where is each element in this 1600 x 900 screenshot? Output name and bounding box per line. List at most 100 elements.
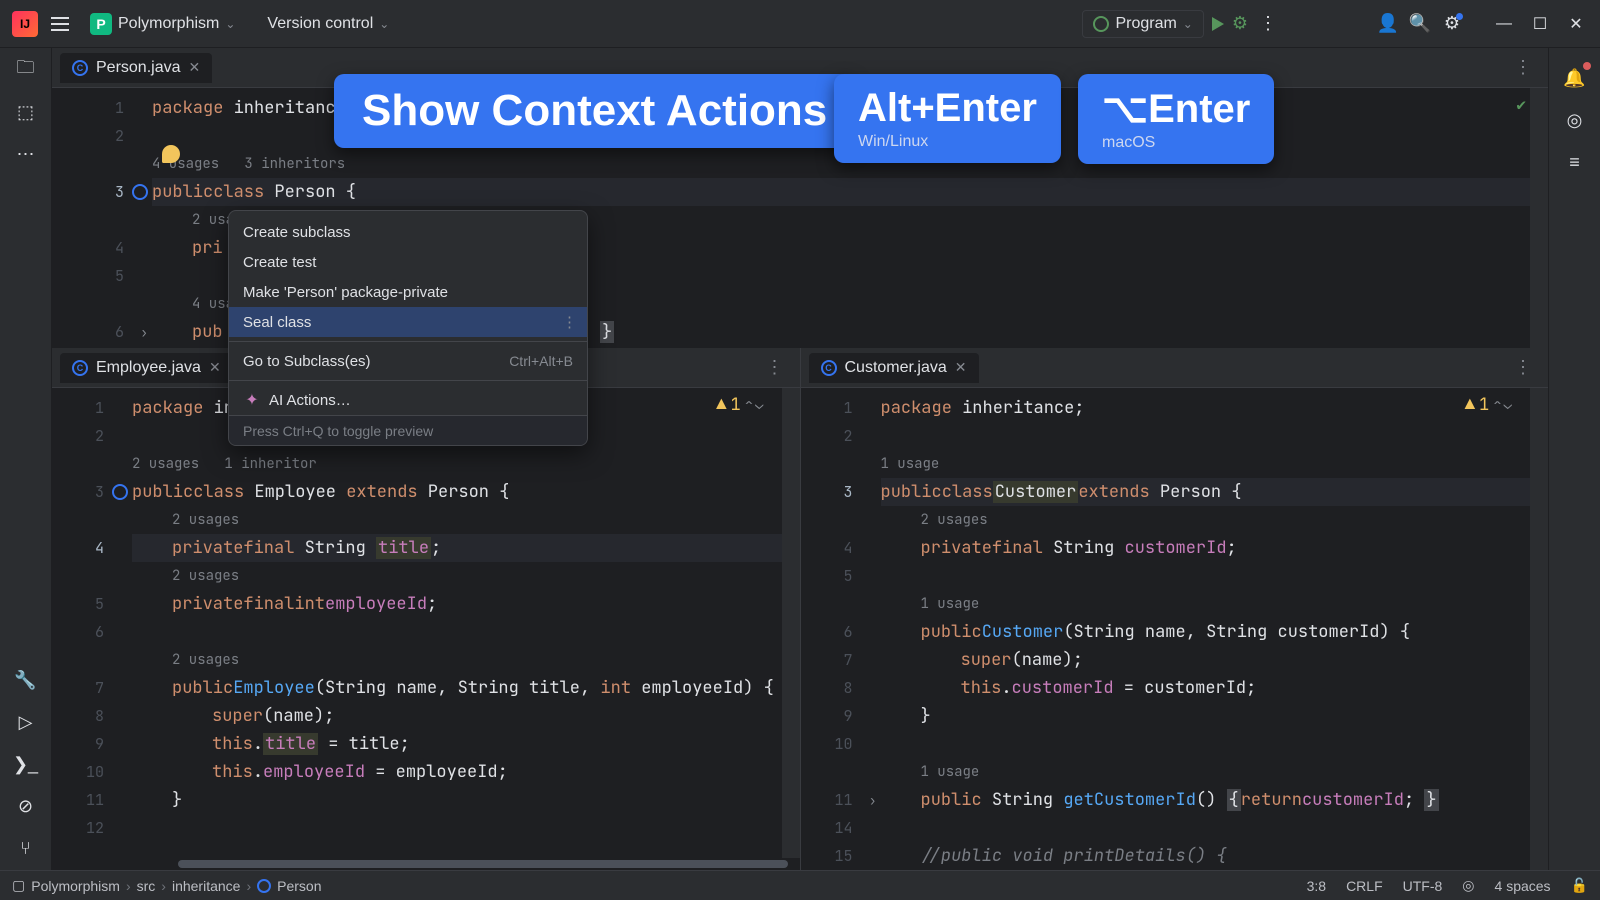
file-encoding[interactable]: UTF-8	[1403, 878, 1443, 894]
database-tool-icon[interactable]: ≡	[1561, 148, 1589, 176]
tab-more-button[interactable]: ⋮	[1506, 357, 1540, 378]
tab-more-button[interactable]: ⋮	[1506, 57, 1540, 78]
shortcut-key: ⌥Enter	[1102, 86, 1250, 132]
structure-tool-icon[interactable]: ⬚	[12, 98, 40, 126]
ctx-go-to-subclasses[interactable]: Go to Subclass(es)Ctrl+Alt+B	[229, 346, 587, 376]
window-minimize-button[interactable]: —	[1492, 12, 1516, 36]
settings-icon[interactable]: ⚙	[1440, 12, 1464, 36]
fold-expand-icon[interactable]: ›	[140, 324, 148, 341]
close-icon[interactable]: ✕	[189, 59, 201, 76]
ctx-create-test[interactable]: Create test	[229, 247, 587, 277]
right-tool-strip: 🔔 ◎ ≡	[1548, 48, 1600, 870]
run-configuration-selector[interactable]: Program ⌄	[1082, 10, 1203, 38]
warnings-indicator[interactable]: ▲ 1 ⌃⌄	[716, 394, 763, 416]
context-actions-popup: Create subclass Create test Make 'Person…	[228, 210, 588, 446]
editor-employee[interactable]: 1 2 3 4 5 6 7 8 9 10 11	[52, 388, 800, 858]
intention-bulb-icon[interactable]	[162, 145, 180, 163]
callout-mac-shortcut: ⌥Enter macOS	[1078, 74, 1274, 164]
implementations-gutter-icon[interactable]	[112, 484, 128, 500]
warning-count: 1	[730, 394, 740, 416]
java-class-icon: C	[72, 60, 88, 76]
version-control-menu[interactable]: Version control ⌄	[259, 11, 397, 37]
ctx-seal-class[interactable]: Seal class⋮	[229, 307, 587, 337]
warning-icon: ▲	[716, 394, 726, 416]
usages-hint[interactable]: 2 usages	[132, 562, 800, 590]
editor-customer[interactable]: 1 2 3 4 5 6 7 8 9 10 11›	[801, 388, 1549, 870]
line-separator[interactable]: CRLF	[1346, 878, 1383, 894]
window-maximize-button[interactable]: ☐	[1528, 12, 1552, 36]
usages-hint[interactable]: 2 usages	[881, 506, 1549, 534]
breadcrumb-item[interactable]: src	[137, 878, 156, 894]
main-menu-button[interactable]	[46, 10, 74, 38]
breadcrumb-item[interactable]: Person	[277, 878, 321, 894]
problems-tool-icon[interactable]: ⊘	[12, 792, 40, 820]
more-icon[interactable]: ⋮	[562, 313, 577, 331]
editor-marker-bar[interactable]	[1530, 388, 1548, 870]
chevron-down-icon: ⌄	[225, 17, 235, 31]
ai-icon: ✦	[243, 391, 261, 409]
notifications-icon[interactable]: 🔔	[1561, 64, 1589, 92]
fold-expand-icon[interactable]: ›	[869, 792, 877, 809]
tab-customer[interactable]: C Customer.java ✕	[809, 353, 979, 383]
java-class-icon	[257, 879, 271, 893]
run-target-icon	[1093, 16, 1109, 32]
status-bar: ▢ Polymorphism › src › inheritance › Per…	[0, 870, 1600, 900]
readonly-lock-icon[interactable]: 🔓	[1571, 877, 1588, 894]
close-icon[interactable]: ✕	[209, 359, 221, 376]
close-icon[interactable]: ✕	[955, 359, 967, 376]
prev-problem-button[interactable]: ⌃	[745, 396, 753, 414]
usages-hint[interactable]: 1 usage	[881, 758, 1549, 786]
usages-hint[interactable]: 1 usage	[881, 450, 1549, 478]
warning-count: 1	[1479, 394, 1489, 416]
breadcrumb[interactable]: ▢ Polymorphism › src › inheritance › Per…	[12, 877, 321, 894]
run-button[interactable]	[1212, 17, 1224, 31]
code-with-me-icon[interactable]: 👤	[1376, 12, 1400, 36]
tab-more-button[interactable]: ⋮	[758, 357, 792, 378]
next-problem-button[interactable]: ⌄	[755, 396, 763, 414]
terminal-tool-icon[interactable]: ❯_	[12, 750, 40, 778]
next-problem-button[interactable]: ⌄	[1504, 396, 1512, 414]
chevron-down-icon: ⌄	[379, 17, 389, 31]
usages-hint[interactable]: 2 usages	[132, 506, 800, 534]
reader-mode-icon[interactable]: ◎	[1462, 877, 1474, 894]
bookmarks-tool-icon[interactable]: 🔧	[12, 666, 40, 694]
debug-button[interactable]: ⚙	[1232, 13, 1248, 34]
title-bar: IJ P Polymorphism ⌄ Version control ⌄ Pr…	[0, 0, 1600, 48]
breadcrumb-item[interactable]: Polymorphism	[31, 878, 120, 894]
ctx-create-subclass[interactable]: Create subclass	[229, 217, 587, 247]
project-selector[interactable]: P Polymorphism ⌄	[82, 9, 243, 39]
tab-person[interactable]: C Person.java ✕	[60, 53, 212, 83]
ctx-ai-actions[interactable]: ✦AI Actions…	[229, 385, 587, 415]
tab-label: Employee.java	[96, 359, 201, 377]
caret-position[interactable]: 3:8	[1307, 878, 1326, 894]
shortcut-os: macOS	[1102, 134, 1250, 152]
project-tool-icon[interactable]: 🗀	[12, 56, 40, 84]
ai-assistant-icon[interactable]: ◎	[1561, 106, 1589, 134]
warning-icon: ▲	[1465, 394, 1475, 416]
implementations-gutter-icon[interactable]	[132, 184, 148, 200]
horizontal-scrollbar[interactable]	[152, 858, 800, 870]
search-everywhere-icon[interactable]: 🔍	[1408, 12, 1432, 36]
usages-hint[interactable]: 2 usages 1 inheritor	[132, 450, 800, 478]
indent-settings[interactable]: 4 spaces	[1495, 878, 1551, 894]
more-actions-button[interactable]: ⋮	[1256, 13, 1280, 34]
editor-marker-bar[interactable]	[1530, 88, 1548, 348]
window-close-button[interactable]: ✕	[1564, 12, 1588, 36]
callout-winlinux-shortcut: Alt+Enter Win/Linux	[834, 74, 1061, 163]
more-tools-icon[interactable]: ⋯	[12, 140, 40, 168]
project-name-label: Polymorphism	[118, 15, 219, 33]
breadcrumb-item[interactable]: inheritance	[172, 878, 241, 894]
chevron-down-icon: ⌄	[1183, 17, 1193, 31]
tab-employee[interactable]: C Employee.java ✕	[60, 353, 233, 383]
no-problems-icon[interactable]: ✔	[1516, 94, 1526, 115]
git-tool-icon[interactable]: ⑂	[12, 834, 40, 862]
usages-hint[interactable]: 1 usage	[881, 590, 1549, 618]
run-tool-icon[interactable]: ▷	[12, 708, 40, 736]
ctx-make-package-private[interactable]: Make 'Person' package-private	[229, 277, 587, 307]
usages-hint[interactable]: 2 usages	[132, 646, 800, 674]
warnings-indicator[interactable]: ▲ 1 ⌃⌄	[1465, 394, 1512, 416]
prev-problem-button[interactable]: ⌃	[1493, 396, 1501, 414]
java-class-icon: C	[821, 360, 837, 376]
shortcut-key: Alt+Enter	[858, 86, 1037, 131]
editor-marker-bar[interactable]	[782, 388, 800, 858]
